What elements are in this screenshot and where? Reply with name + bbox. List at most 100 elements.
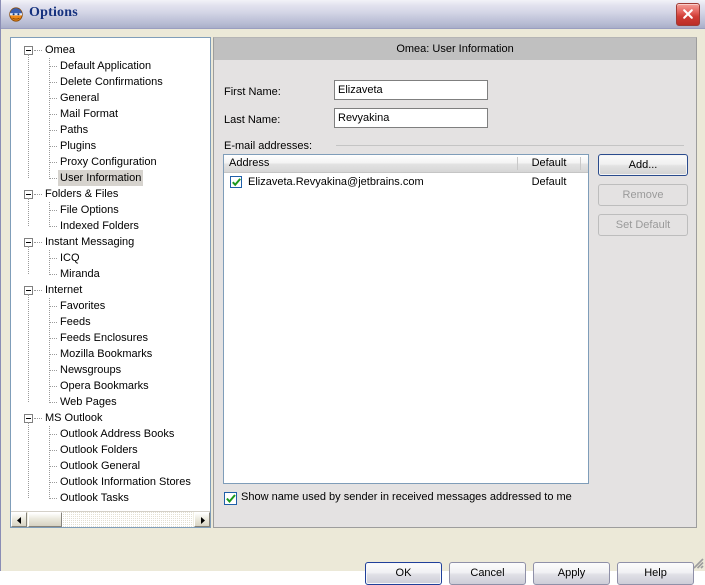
tree-item-label: Favorites xyxy=(60,300,106,312)
tree-connector xyxy=(49,426,51,499)
dialog-client-area: Omea Default Application Delete Confirmati… xyxy=(1,29,705,585)
scrollbar-thumb[interactable] xyxy=(28,512,62,527)
tree-item-label: File Options xyxy=(60,204,119,216)
tree-item-internet[interactable]: Internet xyxy=(11,282,210,298)
show-name-label: Show name used by sender in received mes… xyxy=(241,491,572,503)
table-row[interactable]: Elizaveta.Revyakina@jetbrains.com Defaul… xyxy=(224,173,588,191)
tree-connector xyxy=(34,290,42,292)
row-checkbox[interactable] xyxy=(230,176,242,188)
tree-item-delete-confirmations[interactable]: Delete Confirmations xyxy=(11,74,210,90)
column-header-address[interactable]: Address xyxy=(224,155,518,172)
tree-item-user-information[interactable]: User Information xyxy=(11,170,210,186)
tree-item-outlook-folders[interactable]: Outlook Folders xyxy=(11,442,210,458)
help-button[interactable]: Help xyxy=(617,562,694,585)
tree-item-label: User Information xyxy=(58,170,144,186)
resize-grip-icon[interactable] xyxy=(690,555,704,569)
tree-item-label: Folders & Files xyxy=(45,188,119,200)
tree-item-label: Web Pages xyxy=(60,396,117,408)
tree-horizontal-scrollbar[interactable] xyxy=(11,511,210,527)
tree-item-label: Feeds Enclosures xyxy=(60,332,149,344)
tree-item-label: Instant Messaging xyxy=(45,236,135,248)
cancel-button[interactable]: Cancel xyxy=(449,562,526,585)
email-addresses-group-label: E-mail addresses: xyxy=(224,140,313,152)
options-dialog-window: Options Omea Default Application Delete Co… xyxy=(0,0,705,585)
tree-item-label: Outlook Information Stores xyxy=(60,476,191,488)
tree-item-label: Outlook Address Books xyxy=(60,428,175,440)
tree-item-miranda[interactable]: Miranda xyxy=(11,266,210,282)
tree-item-label: Mozilla Bookmarks xyxy=(60,348,153,360)
tree-item-proxy-configuration[interactable]: Proxy Configuration xyxy=(11,154,210,170)
tree-connector xyxy=(28,422,30,498)
settings-tree[interactable]: Omea Default Application Delete Confirmati… xyxy=(11,38,210,511)
apply-button[interactable]: Apply xyxy=(533,562,610,585)
panel-header-title: Omea: User Information xyxy=(214,38,696,60)
tree-item-default-application[interactable]: Default Application xyxy=(11,58,210,74)
tree-item-paths[interactable]: Paths xyxy=(11,122,210,138)
tree-item-instant-messaging[interactable]: Instant Messaging xyxy=(11,234,210,250)
last-name-input[interactable] xyxy=(334,108,488,128)
tree-connector xyxy=(28,198,30,226)
tree-item-label: Feeds xyxy=(60,316,91,328)
tree-item-file-options[interactable]: File Options xyxy=(11,202,210,218)
tree-item-label: Paths xyxy=(60,124,89,136)
tree-item-opera-bookmarks[interactable]: Opera Bookmarks xyxy=(11,378,210,394)
tree-item-label: Proxy Configuration xyxy=(60,156,157,168)
tree-item-label: Opera Bookmarks xyxy=(60,380,149,392)
tree-item-newsgroups[interactable]: Newsgroups xyxy=(11,362,210,378)
tree-item-label: Internet xyxy=(45,284,83,296)
tree-item-outlook-general[interactable]: Outlook General xyxy=(11,458,210,474)
show-name-checkbox[interactable] xyxy=(224,492,237,505)
tree-connector xyxy=(34,194,42,196)
scroll-right-icon[interactable] xyxy=(194,512,210,527)
tree-item-indexed-folders[interactable]: Indexed Folders xyxy=(11,218,210,234)
email-addresses-list[interactable]: Address Default Elizaveta.Revyakina@jetb… xyxy=(223,154,589,484)
list-column-header-row: Address Default xyxy=(224,155,588,173)
scroll-left-icon[interactable] xyxy=(11,512,27,527)
tree-item-label: Outlook Folders xyxy=(60,444,138,456)
tree-item-label: Miranda xyxy=(60,268,100,280)
tree-item-icq[interactable]: ICQ xyxy=(11,250,210,266)
tree-item-folders-files[interactable]: Folders & Files xyxy=(11,186,210,202)
user-information-panel: Omea: User Information First Name: Last … xyxy=(213,37,697,528)
tree-item-omea[interactable]: Omea xyxy=(11,42,210,58)
row-default-value: Default xyxy=(531,176,567,188)
column-header-default[interactable]: Default xyxy=(518,155,580,172)
tree-item-label: MS Outlook xyxy=(45,412,103,424)
tree-item-ms-outlook[interactable]: MS Outlook xyxy=(11,410,210,426)
tree-item-feeds-enclosures[interactable]: Feeds Enclosures xyxy=(11,330,210,346)
tree-item-outlook-address-books[interactable]: Outlook Address Books xyxy=(11,426,210,442)
group-separator-line xyxy=(336,145,684,146)
tree-item-mozilla-bookmarks[interactable]: Mozilla Bookmarks xyxy=(11,346,210,362)
tree-connector xyxy=(49,298,51,403)
close-icon[interactable] xyxy=(676,3,700,26)
tree-item-plugins[interactable]: Plugins xyxy=(11,138,210,154)
tree-item-label: Outlook General xyxy=(60,460,141,472)
ok-button[interactable]: OK xyxy=(365,562,442,585)
tree-connector xyxy=(28,54,30,178)
tree-item-mail-format[interactable]: Mail Format xyxy=(11,106,210,122)
add-button[interactable]: Add... xyxy=(598,154,688,176)
tree-item-label: Newsgroups xyxy=(60,364,122,376)
column-divider[interactable] xyxy=(580,157,581,170)
settings-tree-panel: Omea Default Application Delete Confirmati… xyxy=(10,37,211,528)
tree-connector xyxy=(34,418,42,420)
tree-connector xyxy=(49,58,51,179)
tree-item-outlook-information-stores[interactable]: Outlook Information Stores xyxy=(11,474,210,490)
remove-button[interactable]: Remove xyxy=(598,184,688,206)
tree-item-outlook-tasks[interactable]: Outlook Tasks xyxy=(11,490,210,506)
tree-connector xyxy=(49,202,51,227)
tree-item-web-pages[interactable]: Web Pages xyxy=(11,394,210,410)
first-name-label: First Name: xyxy=(224,86,281,98)
first-name-input[interactable] xyxy=(334,80,488,100)
tree-item-label: Indexed Folders xyxy=(60,220,139,232)
tree-item-label: Default Application xyxy=(60,60,152,72)
scrollbar-track[interactable] xyxy=(62,512,193,527)
tree-item-label: Plugins xyxy=(60,140,97,152)
tree-item-label: ICQ xyxy=(60,252,80,264)
tree-connector xyxy=(28,246,30,274)
tree-item-favorites[interactable]: Favorites xyxy=(11,298,210,314)
tree-item-label: Omea xyxy=(45,44,75,56)
tree-item-general[interactable]: General xyxy=(11,90,210,106)
set-default-button[interactable]: Set Default xyxy=(598,214,688,236)
tree-item-feeds[interactable]: Feeds xyxy=(11,314,210,330)
